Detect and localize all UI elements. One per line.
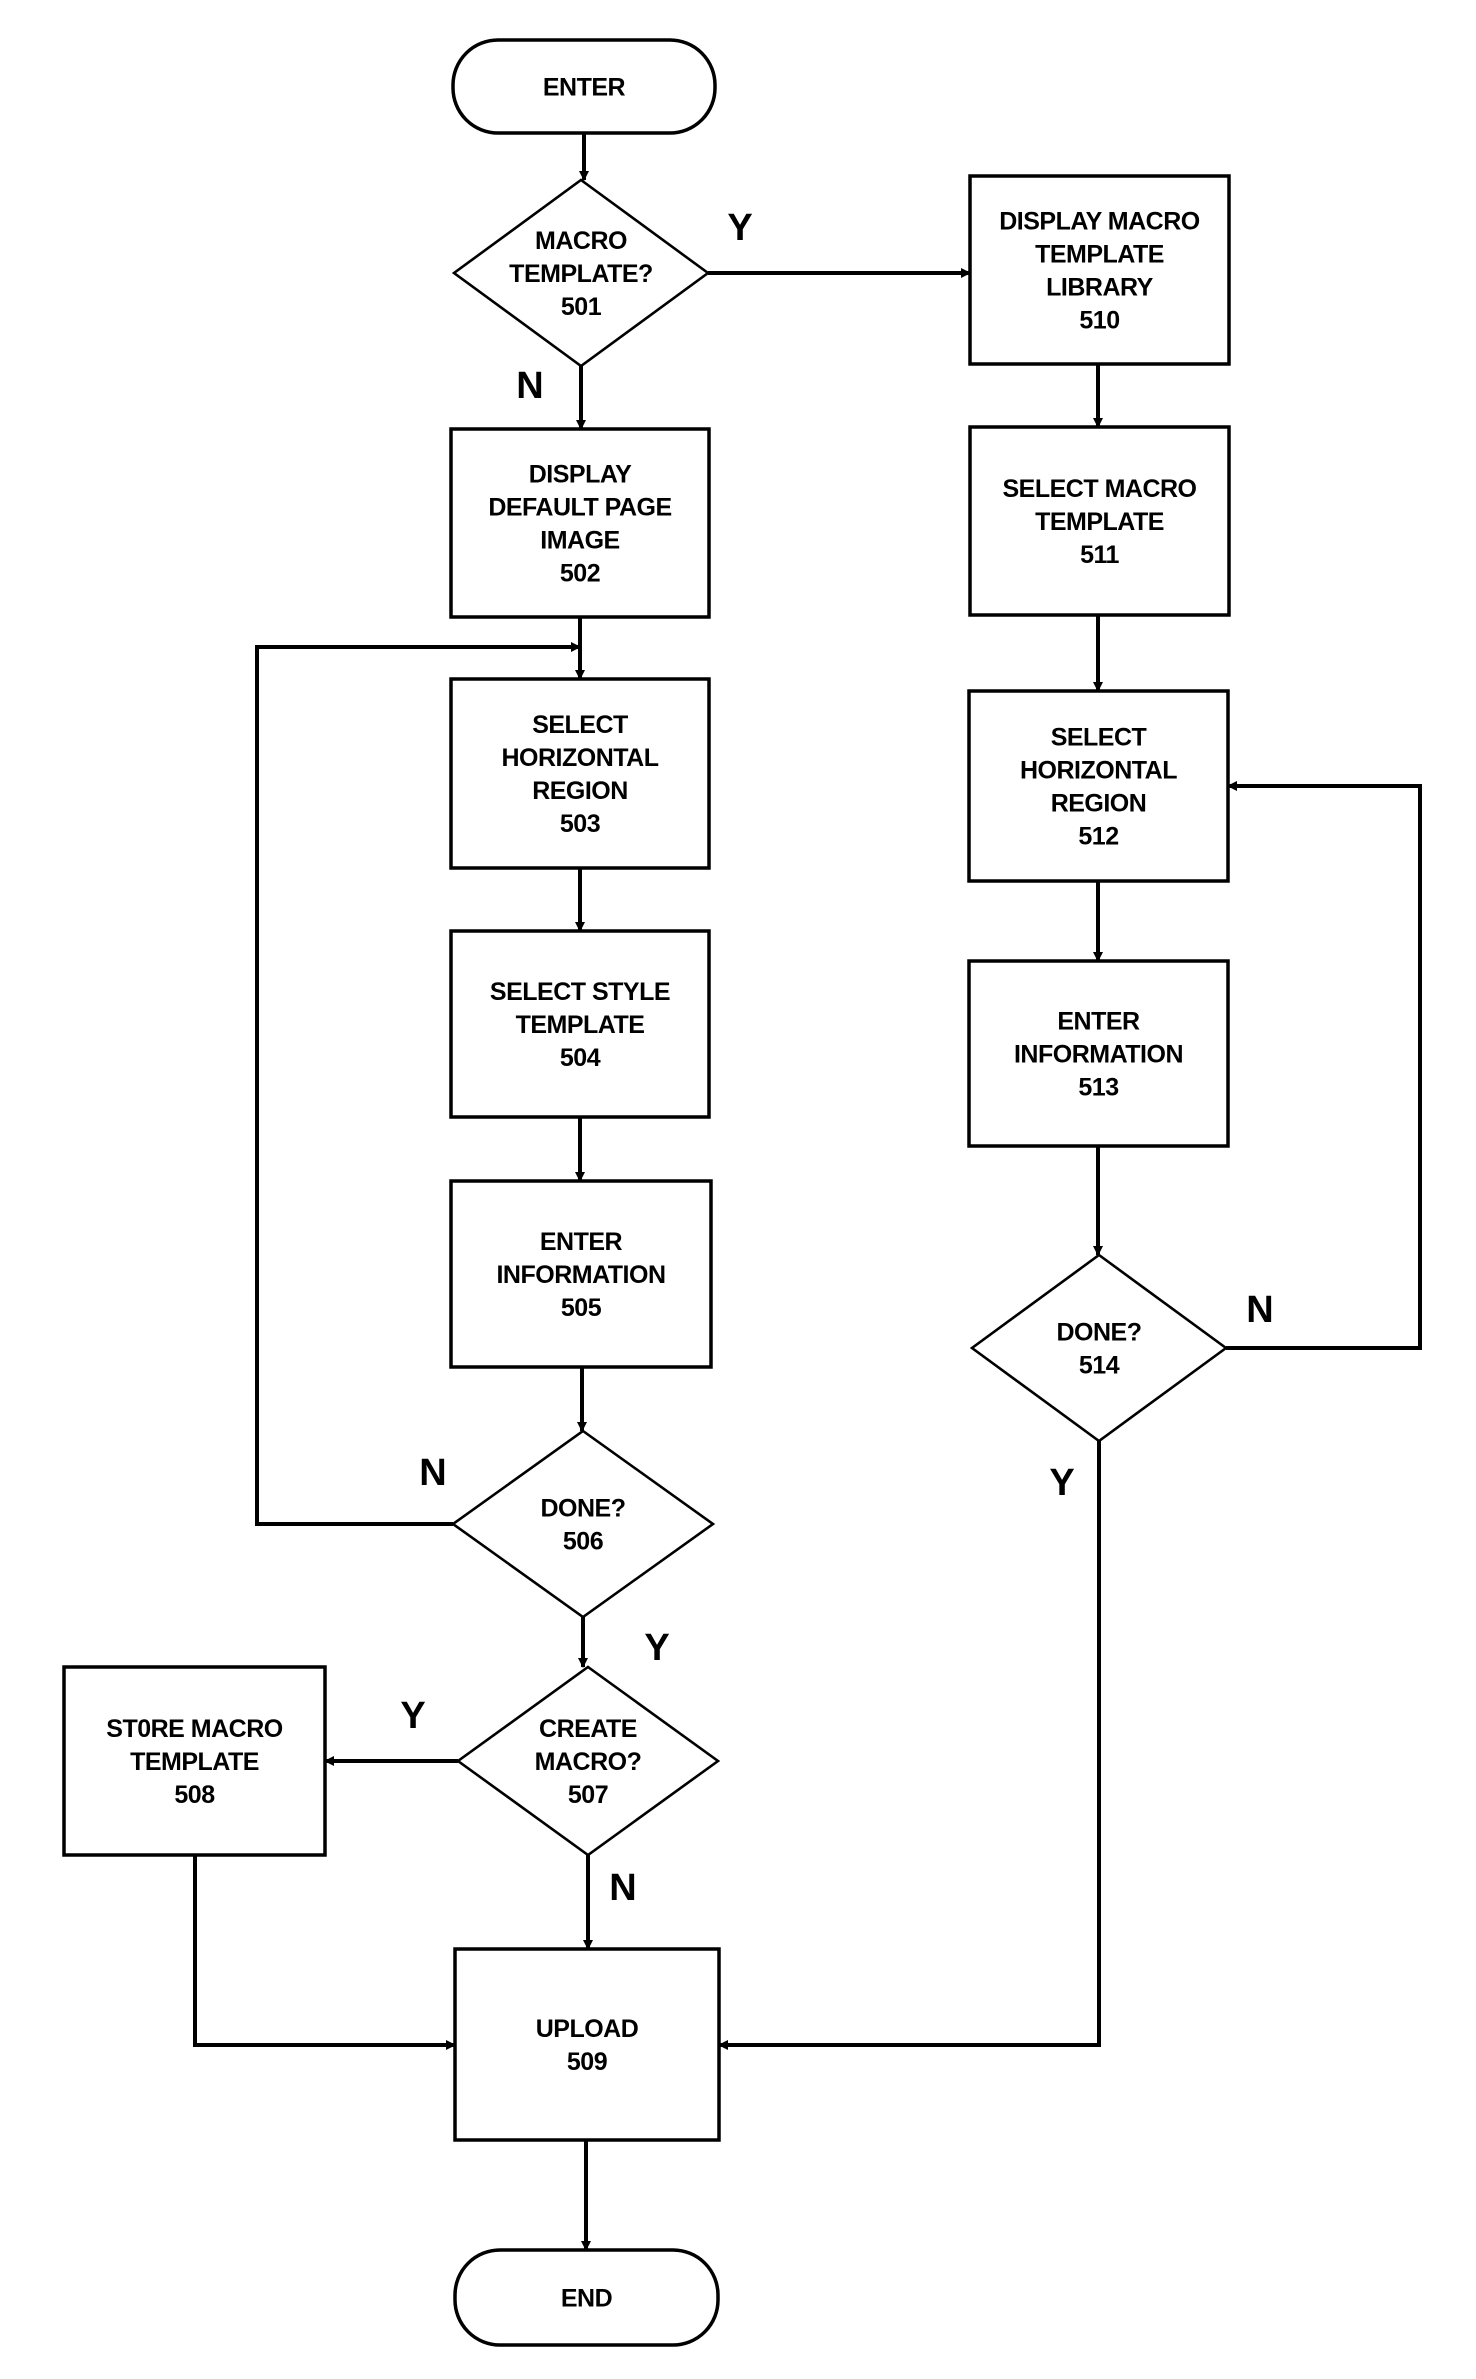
node-text-line: 514 [1079,1352,1120,1380]
node-509: UPLOAD 509 [453,1947,721,2142]
node-text-line: REGION [532,777,628,805]
node-text-line: REGION [1051,790,1147,818]
node-text-line: SELECT [1051,724,1147,752]
node-text-line: DISPLAY MACRO [999,208,1200,236]
node-text-line: SELECT [532,711,628,739]
node-504: SELECT STYLE TEMPLATE 504 [449,929,711,1119]
node-text-line: 509 [567,2048,607,2076]
node-text-line: SELECT MACRO [1003,475,1197,503]
node-text-line: 505 [561,1294,602,1322]
node-text-line: SELECT STYLE [490,978,670,1006]
node-text-line: IMAGE [540,527,619,555]
decision-shape [450,1429,716,1619]
branch-label-no: N [609,1867,636,1909]
decision-shape [969,1253,1229,1443]
node-text-line: 501 [561,293,602,321]
node-text-line: END [561,2285,612,2313]
node-507: CREATE MACRO? 507 [455,1665,721,1857]
node-text-line: 506 [563,1528,603,1556]
node-514: DONE? 514 [969,1253,1229,1443]
node-text-line: ST0RE MACRO [106,1715,283,1743]
node-text-line: ENTER [543,74,626,102]
node-text-line: TEMPLATE [1035,241,1164,269]
node-503: SELECT HORIZONTAL REGION 503 [449,677,711,870]
branch-label-yes: Y [644,1627,669,1669]
node-513: ENTER INFORMATION 513 [967,959,1230,1148]
node-text-line: MACRO? [535,1748,642,1776]
node-511: SELECT MACRO TEMPLATE 511 [968,425,1231,617]
process-shape [967,689,1230,883]
node-501: MACRO TEMPLATE? 501 [451,178,711,368]
node-end: END [453,2248,720,2347]
nodes-layer: ENTER MACRO TEMPLATE? 501 DISPLAY DEFAULT PAG… [62,38,1231,2347]
node-text-line: CREATE [539,1715,637,1743]
branch-label-yes: Y [727,207,752,249]
node-text-line: DISPLAY [529,461,632,489]
node-text-line: 512 [1078,823,1118,851]
node-text-line: 513 [1078,1074,1118,1102]
process-shape [968,174,1231,366]
node-text-line: MACRO [535,227,627,255]
node-text-line: TEMPLATE [516,1011,645,1039]
process-shape [449,677,711,870]
branch-label-no: N [419,1452,446,1494]
edge-514-to-512 [1226,781,1422,1350]
edge-508-to-509 [193,1855,456,2050]
node-text-line: 504 [560,1044,601,1072]
edges-layer [193,133,1422,2251]
branch-label-yes: Y [1049,1462,1074,1504]
node-text-line: 503 [560,810,600,838]
process-shape [449,427,711,619]
node-text-line: ENTER [1057,1008,1140,1036]
edge-514-to-509 [718,1441,1101,2050]
node-text-line: INFORMATION [496,1261,665,1289]
node-text-line: ENTER [540,1228,623,1256]
node-text-line: HORIZONTAL [501,744,658,772]
node-text-line: TEMPLATE? [509,260,653,288]
node-505: ENTER INFORMATION 505 [449,1179,713,1369]
node-text-line: DONE? [541,1495,626,1523]
branch-label-no: N [1246,1289,1273,1331]
node-enter: ENTER [451,38,717,135]
process-shape [453,1947,721,2142]
flowchart: ENTER MACRO TEMPLATE? 501 DISPLAY DEFAULT PAG… [62,38,1422,2347]
node-text-line: INFORMATION [1014,1041,1183,1069]
node-502: DISPLAY DEFAULT PAGE IMAGE 502 [449,427,711,619]
node-text-line: DONE? [1057,1319,1142,1347]
node-text-line: LIBRARY [1046,274,1154,302]
node-506: DONE? 506 [450,1429,716,1619]
node-508: ST0RE MACRO TEMPLATE 508 [62,1665,327,1857]
node-text-line: 502 [560,560,600,588]
node-text-line: TEMPLATE [130,1748,259,1776]
node-text-line: DEFAULT PAGE [488,494,671,522]
node-text-line: HORIZONTAL [1020,757,1177,785]
node-510: DISPLAY MACRO TEMPLATE LIBRARY 510 [968,174,1231,366]
node-text-line: 507 [568,1781,608,1809]
node-text-line: 508 [174,1781,215,1809]
node-text-line: 511 [1080,541,1119,569]
branch-label-yes: Y [400,1695,425,1737]
node-text-line: TEMPLATE [1035,508,1164,536]
node-512: SELECT HORIZONTAL REGION 512 [967,689,1230,883]
node-text-line: 510 [1079,307,1119,335]
branch-label-no: N [516,365,543,407]
node-text-line: UPLOAD [536,2015,639,2043]
